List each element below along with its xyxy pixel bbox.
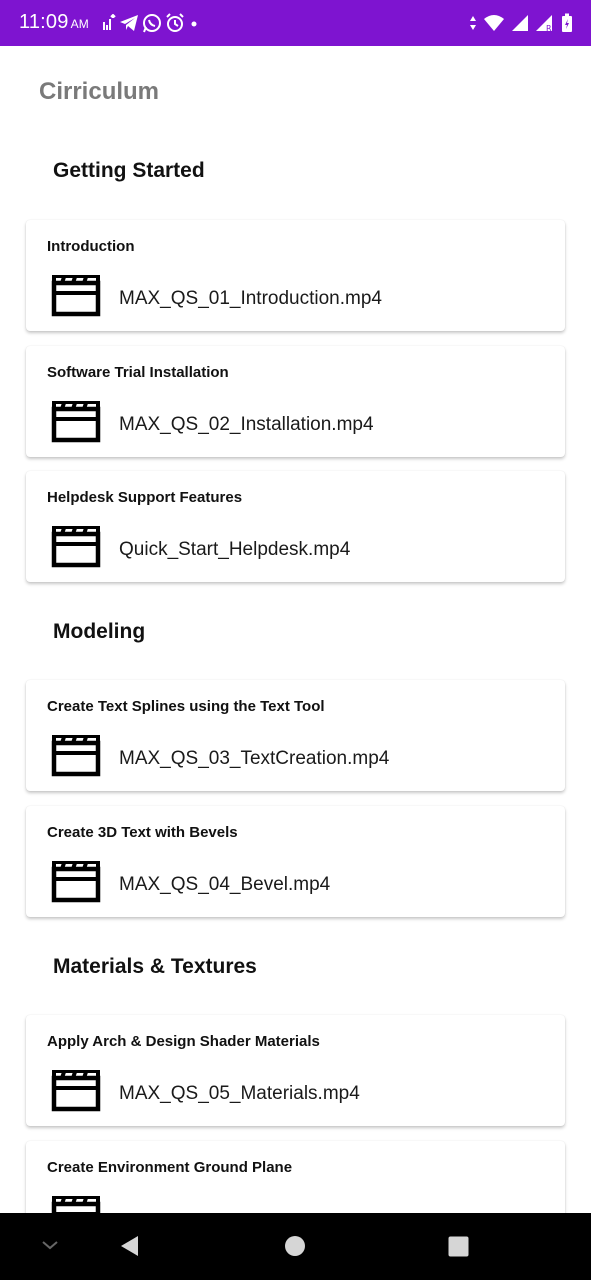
lesson-title: Apply Arch & Design Shader Materials [47, 1033, 320, 1050]
lesson-title: Introduction [47, 238, 135, 255]
lesson-title: Create Environment Ground Plane [47, 1159, 293, 1176]
wifi-icon [484, 15, 504, 31]
lesson-file: Quick_Start_Helpdesk.mp4 [119, 539, 351, 560]
dot-icon [191, 21, 197, 27]
clapperboard-icon [51, 861, 101, 903]
data-transfer-icon [103, 14, 116, 30]
section-title-modeling: Modeling [53, 620, 146, 643]
whatsapp-icon [143, 14, 161, 33]
clapperboard-icon [51, 401, 101, 443]
status-clock: 11:09 [19, 11, 69, 33]
lesson-file: MAX_QS_02_Installation.mp4 [119, 414, 374, 435]
signal-icon [512, 15, 528, 31]
clapperboard-icon [51, 1196, 101, 1213]
lesson-file: MAX_QS_05_Materials.mp4 [119, 1083, 360, 1104]
lesson-card[interactable]: Helpdesk Support Features Quick_Start_He… [26, 471, 565, 582]
data-arrows-icon [470, 16, 476, 30]
back-button[interactable] [118, 1234, 142, 1258]
lesson-file: MAX_QS_04_Bevel.mp4 [119, 874, 331, 895]
status-ampm: AM [70, 17, 89, 31]
lesson-card[interactable]: Software Trial Installation MAX_QS_02_In… [26, 346, 565, 457]
alarm-icon [166, 13, 184, 32]
lesson-card[interactable]: Create Text Splines using the Text Tool … [26, 680, 565, 791]
page-title: Cirriculum [39, 78, 160, 105]
status-time: 11:09 AM [19, 11, 89, 34]
battery-icon [562, 13, 572, 32]
lesson-card[interactable]: Create Environment Ground Plane [26, 1141, 565, 1213]
system-icons: R [469, 12, 573, 34]
lesson-title: Helpdesk Support Features [47, 489, 243, 506]
recents-button[interactable] [448, 1236, 469, 1257]
lesson-card[interactable]: Introduction MAX_QS_01_Introduction.mp4 [26, 220, 565, 331]
lesson-title: Software Trial Installation [47, 364, 229, 381]
curriculum-list[interactable]: Cirriculum Getting Started Introduction … [0, 46, 591, 1213]
signal-r-icon: R [536, 15, 552, 32]
chevron-down-icon[interactable] [40, 1238, 60, 1252]
telegram-icon [120, 15, 138, 31]
home-button[interactable] [284, 1235, 306, 1257]
lesson-card[interactable]: Create 3D Text with Bevels MAX_QS_04_Bev… [26, 806, 565, 917]
lesson-card[interactable]: Apply Arch & Design Shader Materials MAX… [26, 1015, 565, 1126]
lesson-file: MAX_QS_01_Introduction.mp4 [119, 288, 382, 309]
svg-text:R: R [546, 24, 552, 32]
status-bar: 11:09 AM R [0, 0, 591, 46]
section-title-materials-textures: Materials & Textures [53, 955, 257, 978]
clapperboard-icon [51, 275, 101, 317]
section-title-getting-started: Getting Started [53, 159, 205, 182]
notification-icons [102, 12, 200, 34]
lesson-title: Create 3D Text with Bevels [47, 824, 238, 841]
lesson-title: Create Text Splines using the Text Tool [47, 698, 325, 715]
lesson-file: MAX_QS_03_TextCreation.mp4 [119, 748, 390, 769]
clapperboard-icon [51, 1070, 101, 1112]
navigation-bar [0, 1213, 591, 1280]
clapperboard-icon [51, 735, 101, 777]
clapperboard-icon [51, 526, 101, 568]
